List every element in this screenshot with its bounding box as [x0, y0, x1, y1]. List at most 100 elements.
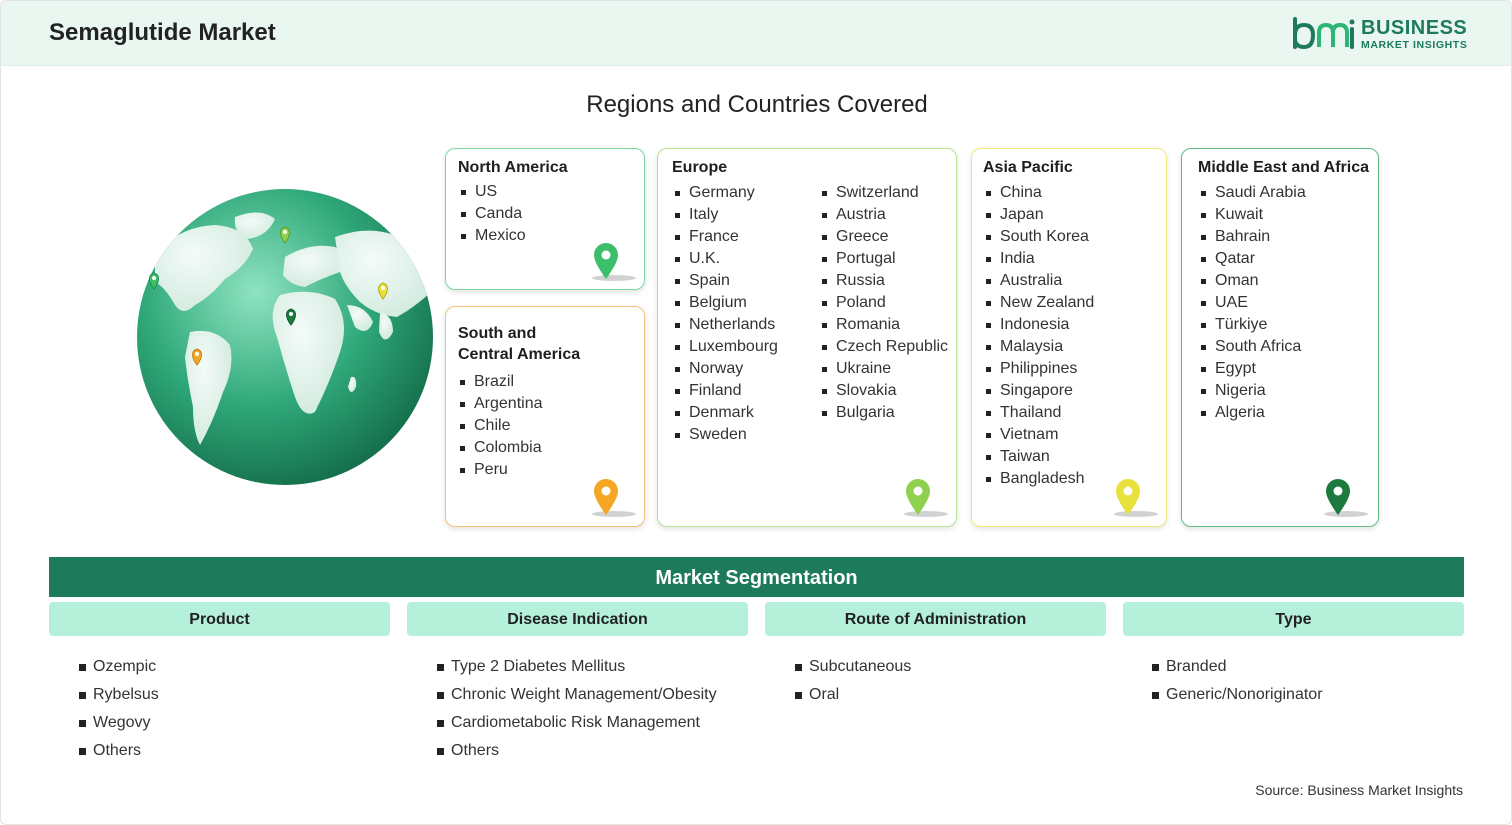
region-card-middle-east-africa: Middle East and Africa Saudi Arabia Kuwa…: [1181, 148, 1379, 527]
list-item: Sweden: [672, 424, 778, 446]
list-item: Denmark: [672, 402, 778, 424]
list-item: Austria: [819, 204, 948, 226]
map-pin-icon: [904, 479, 948, 517]
list-item: Germany: [672, 182, 778, 204]
region-list-europe-col2: Switzerland Austria Greece Portugal Russ…: [819, 182, 948, 424]
list-item: Algeria: [1198, 402, 1306, 424]
list-item: South Korea: [983, 226, 1094, 248]
list-item: Luxembourg: [672, 336, 778, 358]
list-item: Norway: [672, 358, 778, 380]
list-item: Italy: [672, 204, 778, 226]
region-list-europe-col1: Germany Italy France U.K. Spain Belgium …: [672, 182, 778, 446]
list-item: Vietnam: [983, 424, 1094, 446]
list-item: Rybelsus: [79, 681, 159, 709]
page-title: Semaglutide Market: [49, 19, 276, 46]
region-card-north-america: North America US Canda Mexico: [445, 148, 645, 290]
region-title-line2: Central America: [458, 346, 581, 363]
list-item: Kuwait: [1198, 204, 1306, 226]
list-item: U.K.: [672, 248, 778, 270]
list-item: Oman: [1198, 270, 1306, 292]
list-item: Bangladesh: [983, 468, 1094, 490]
list-item: Egypt: [1198, 358, 1306, 380]
list-item: Ukraine: [819, 358, 948, 380]
region-title-asia-pacific: Asia Pacific: [983, 159, 1073, 176]
list-item: Branded: [1152, 653, 1323, 681]
list-item: Nigeria: [1198, 380, 1306, 402]
list-item: US: [458, 181, 526, 203]
list-item: Others: [79, 737, 159, 765]
list-item: Philippines: [983, 358, 1094, 380]
region-list-north-america: US Canda Mexico: [458, 181, 526, 247]
list-item: India: [983, 248, 1094, 270]
logo-brand-line1: BUSINESS: [1361, 17, 1468, 39]
list-item: Wegovy: [79, 709, 159, 737]
list-item: Peru: [457, 459, 543, 481]
list-item: Poland: [819, 292, 948, 314]
segment-header-product: Product: [49, 602, 390, 636]
list-item: Australia: [983, 270, 1094, 292]
list-item: Others: [437, 737, 717, 765]
segment-list-product: Ozempic Rybelsus Wegovy Others: [79, 653, 159, 765]
segment-list-route-of-administration: Subcutaneous Oral: [795, 653, 911, 709]
segment-list-type: Branded Generic/Nonoriginator: [1152, 653, 1323, 709]
list-item: Saudi Arabia: [1198, 182, 1306, 204]
region-card-europe: Europe Germany Italy France U.K. Spain B…: [657, 148, 957, 527]
region-title-line1: South and: [458, 325, 537, 342]
list-item: Bahrain: [1198, 226, 1306, 248]
map-pin-icon: [592, 479, 636, 517]
list-item: Cardiometabolic Risk Management: [437, 709, 717, 737]
list-item: South Africa: [1198, 336, 1306, 358]
region-list-asia-pacific: China Japan South Korea India Australia …: [983, 182, 1094, 490]
list-item: China: [983, 182, 1094, 204]
segment-header-type: Type: [1123, 602, 1464, 636]
list-item: Subcutaneous: [795, 653, 911, 681]
region-title-south-central-america: South and Central America: [458, 323, 580, 365]
list-item: Argentina: [457, 393, 543, 415]
list-item: Japan: [983, 204, 1094, 226]
region-card-south-central-america: South and Central America Brazil Argenti…: [445, 306, 645, 527]
list-item: Spain: [672, 270, 778, 292]
list-item: Mexico: [458, 225, 526, 247]
regions-section-title: Regions and Countries Covered: [586, 91, 928, 118]
list-item: Brazil: [457, 371, 543, 393]
region-title-europe: Europe: [672, 159, 728, 176]
region-card-asia-pacific: Asia Pacific China Japan South Korea Ind…: [971, 148, 1167, 527]
list-item: Colombia: [457, 437, 543, 459]
list-item: Taiwan: [983, 446, 1094, 468]
list-item: Finland: [672, 380, 778, 402]
region-title-middle-east-africa: Middle East and Africa: [1198, 159, 1369, 176]
list-item: Russia: [819, 270, 948, 292]
bmi-logo-icon: [1293, 17, 1355, 50]
segment-header-route-of-administration: Route of Administration: [765, 602, 1106, 636]
list-item: Bulgaria: [819, 402, 948, 424]
list-item: Belgium: [672, 292, 778, 314]
list-item: Chronic Weight Management/Obesity: [437, 681, 717, 709]
list-item: Czech Republic: [819, 336, 948, 358]
bmi-logo: BUSINESS MARKET INSIGHTS: [1291, 15, 1471, 55]
region-list-south-central-america: Brazil Argentina Chile Colombia Peru: [457, 371, 543, 481]
list-item: Generic/Nonoriginator: [1152, 681, 1323, 709]
list-item: Chile: [457, 415, 543, 437]
list-item: Netherlands: [672, 314, 778, 336]
list-item: Type 2 Diabetes Mellitus: [437, 653, 717, 681]
list-item: Canda: [458, 203, 526, 225]
list-item: Qatar: [1198, 248, 1306, 270]
map-pin-icon: [1324, 479, 1368, 517]
map-pin-icon: [1114, 479, 1158, 517]
globe-illustration: [137, 189, 433, 485]
segmentation-title-bar: Market Segmentation: [49, 557, 1464, 597]
list-item: Singapore: [983, 380, 1094, 402]
logo-brand-line2: MARKET INSIGHTS: [1361, 39, 1468, 51]
list-item: Switzerland: [819, 182, 948, 204]
header-bar: Semaglutide Market BUSINESS MARKET INSIG…: [1, 1, 1511, 66]
map-pin-icon: [592, 243, 636, 281]
list-item: Greece: [819, 226, 948, 248]
list-item: Portugal: [819, 248, 948, 270]
list-item: Romania: [819, 314, 948, 336]
list-item: Türkiye: [1198, 314, 1306, 336]
list-item: New Zealand: [983, 292, 1094, 314]
list-item: Malaysia: [983, 336, 1094, 358]
list-item: France: [672, 226, 778, 248]
list-item: Oral: [795, 681, 911, 709]
region-title-north-america: North America: [458, 159, 568, 176]
